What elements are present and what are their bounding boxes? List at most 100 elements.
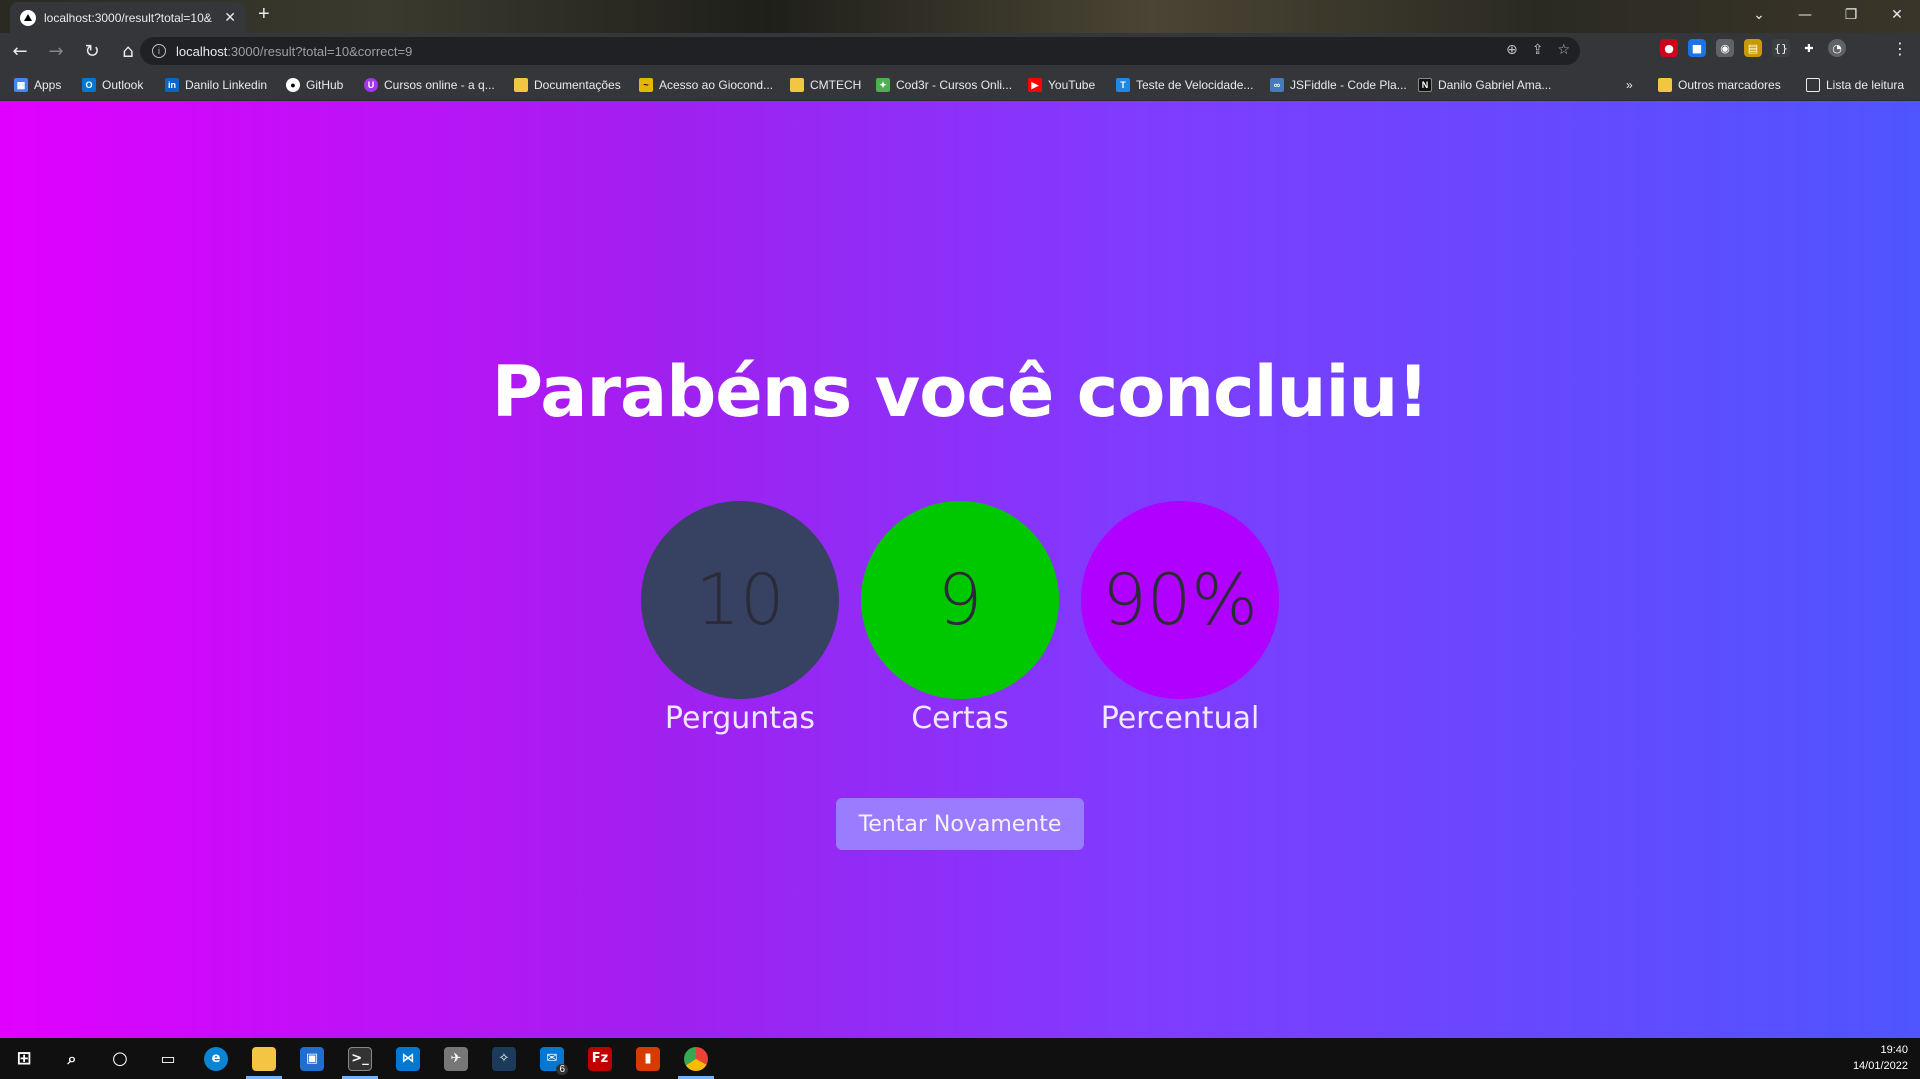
folder-icon xyxy=(514,78,528,92)
restore-button[interactable]: ❐ xyxy=(1828,0,1874,30)
new-tab-button[interactable]: + xyxy=(258,3,270,26)
taskbar-terminal[interactable]: >_ xyxy=(336,1038,384,1079)
start-button[interactable]: ⊞ xyxy=(0,1038,48,1079)
bookmarks-overflow-button[interactable]: » xyxy=(1626,76,1633,94)
retry-button[interactable]: Tentar Novamente xyxy=(836,798,1084,850)
task-view-icon: ▭ xyxy=(160,1049,176,1068)
folder-icon xyxy=(790,78,804,92)
stat-value: 9 xyxy=(937,559,983,641)
url-text[interactable]: localhost:3000/result?total=10&correct=9 xyxy=(176,44,412,59)
cod3r-icon: ✦ xyxy=(876,78,890,92)
reading-list-button[interactable]: Lista de leitura xyxy=(1806,76,1904,94)
taskbar-file-explorer[interactable] xyxy=(240,1038,288,1079)
zoom-icon[interactable]: ⊕ xyxy=(1506,42,1518,58)
bookmark-giocondo[interactable]: ~ Acesso ao Giocond... xyxy=(639,76,773,94)
share-icon[interactable]: ⇪ xyxy=(1532,42,1544,58)
bookmark-linkedin[interactable]: in Danilo Linkedin xyxy=(165,76,267,94)
page-title: Parabéns você concluiu! xyxy=(491,351,1429,433)
stat-circle: 10 xyxy=(641,501,839,699)
bookmarks-bar: ▦ Apps O Outlook in Danilo Linkedin ● GitHub… xyxy=(0,69,1920,101)
bookmark-apps[interactable]: ▦ Apps xyxy=(14,76,61,94)
app-wings-icon: ✈ xyxy=(444,1046,468,1071)
profile-avatar[interactable]: ◔ xyxy=(1828,39,1846,57)
filezilla-icon: Fz xyxy=(588,1046,612,1071)
taskbar-store[interactable]: ▣ xyxy=(288,1038,336,1079)
address-bar[interactable]: i localhost:3000/result?total=10&correct… xyxy=(140,37,1580,65)
stat-value: 10 xyxy=(695,559,785,641)
bookmark-cod3r[interactable]: ✦ Cod3r - Cursos Onli... xyxy=(876,76,1012,94)
bookmark-notion[interactable]: N Danilo Gabriel Ama... xyxy=(1418,76,1551,94)
stat-circle: 90% xyxy=(1081,501,1279,699)
taskbar-filezilla[interactable]: Fz xyxy=(576,1038,624,1079)
omnibox-actions: ⊕ ⇪ ☆ xyxy=(1506,42,1570,58)
close-window-button[interactable]: ✕ xyxy=(1874,0,1920,30)
task-view-button[interactable]: ▭ xyxy=(144,1038,192,1079)
udemy-icon: U xyxy=(364,78,378,92)
browser-toolbar: ← → ↻ ⌂ i localhost:3000/result?total=10… xyxy=(0,33,1920,69)
system-clock[interactable]: 19:40 14/01/2022 xyxy=(1853,1042,1908,1074)
forward-arrow-icon[interactable]: → xyxy=(40,37,72,65)
taskbar-vscode[interactable]: ⋈ xyxy=(384,1038,432,1079)
taskbar-app-wings[interactable]: ✈ xyxy=(432,1038,480,1079)
reading-list-icon xyxy=(1806,78,1820,92)
bookmark-cmtech[interactable]: CMTECH xyxy=(790,76,861,94)
extension-yellow-icon[interactable]: ▤ xyxy=(1744,39,1762,57)
extensions-puzzle-icon[interactable]: ✚ xyxy=(1800,39,1818,57)
bookmark-other[interactable]: Outros marcadores xyxy=(1658,76,1781,94)
cortana-button[interactable]: ○ xyxy=(96,1038,144,1079)
bookmark-star-icon[interactable]: ☆ xyxy=(1557,42,1570,58)
edge-icon: e xyxy=(204,1046,228,1071)
bookmark-jsfiddle[interactable]: ∞ JSFiddle - Code Pla... xyxy=(1270,76,1407,94)
windows-logo-icon: ⊞ xyxy=(16,1048,32,1069)
search-button[interactable]: ⌕ xyxy=(48,1038,96,1079)
browser-tab-active[interactable]: localhost:3000/result?total=10& ✕ xyxy=(10,2,246,33)
extension-red-icon[interactable]: ● xyxy=(1660,39,1678,57)
terminal-icon: >_ xyxy=(348,1046,372,1071)
office-icon: ▮ xyxy=(636,1046,660,1071)
nextjs-favicon-icon xyxy=(20,9,36,26)
stat-label: Percentual xyxy=(1100,701,1260,736)
linkedin-icon: in xyxy=(165,78,179,92)
taskbar-chrome[interactable] xyxy=(672,1038,720,1079)
cortana-circle-icon: ○ xyxy=(112,1048,128,1069)
giocondo-icon: ~ xyxy=(639,78,653,92)
reload-icon[interactable]: ↻ xyxy=(76,37,108,65)
chrome-icon xyxy=(684,1046,708,1071)
windows-taskbar: ⊞ ⌕ ○ ▭ e ▣ >_ ⋈ ✈ ✧ ✉ 6 Fz ▮ 19:40 14/01… xyxy=(0,1038,1920,1079)
tab-title: localhost:3000/result?total=10& xyxy=(44,10,212,25)
extension-code-icon[interactable]: {} xyxy=(1772,39,1790,57)
outlook-icon: O xyxy=(82,78,96,92)
search-icon: ⌕ xyxy=(67,1048,77,1068)
extension-eye-icon[interactable]: ◉ xyxy=(1716,39,1734,57)
bookmark-documentacoes[interactable]: Documentações xyxy=(514,76,621,94)
folder-icon xyxy=(1658,78,1672,92)
clock-date: 14/01/2022 xyxy=(1852,1060,1908,1072)
taskbar-edge[interactable]: e xyxy=(192,1038,240,1079)
notion-icon: N xyxy=(1418,78,1432,92)
stat-perguntas: 10 Perguntas xyxy=(630,501,850,736)
result-page: Parabéns você concluiu! 10 Perguntas 9 C… xyxy=(0,101,1920,1038)
tab-search-icon[interactable]: ⌄ xyxy=(1736,0,1782,30)
speedtest-icon: T xyxy=(1116,78,1130,92)
back-arrow-icon[interactable]: ← xyxy=(4,37,36,65)
bookmark-udemy[interactable]: U Cursos online - a q... xyxy=(364,76,495,94)
mail-badge: 6 xyxy=(556,1064,568,1075)
browser-menu-icon[interactable]: ⋮ xyxy=(1892,39,1908,58)
tab-close-icon[interactable]: ✕ xyxy=(224,10,236,26)
bookmark-youtube[interactable]: ▶ YouTube xyxy=(1028,76,1095,94)
bookmark-github[interactable]: ● GitHub xyxy=(286,76,343,94)
taskbar-sql[interactable]: ✧ xyxy=(480,1038,528,1079)
stat-circle: 9 xyxy=(861,501,1059,699)
extension-bookmark-icon[interactable]: ■ xyxy=(1688,39,1706,57)
taskbar-mail[interactable]: ✉ 6 xyxy=(528,1038,576,1079)
taskbar-office[interactable]: ▮ xyxy=(624,1038,672,1079)
stat-percentual: 90% Percentual xyxy=(1070,501,1290,736)
bookmark-speedtest[interactable]: T Teste de Velocidade... xyxy=(1116,76,1253,94)
file-explorer-icon xyxy=(252,1046,276,1071)
site-info-icon[interactable]: i xyxy=(152,44,166,58)
bookmark-outlook[interactable]: O Outlook xyxy=(82,76,143,94)
stat-label: Certas xyxy=(911,701,1009,736)
sql-server-icon: ✧ xyxy=(492,1046,516,1071)
jsfiddle-icon: ∞ xyxy=(1270,78,1284,92)
minimize-button[interactable]: — xyxy=(1782,0,1828,30)
